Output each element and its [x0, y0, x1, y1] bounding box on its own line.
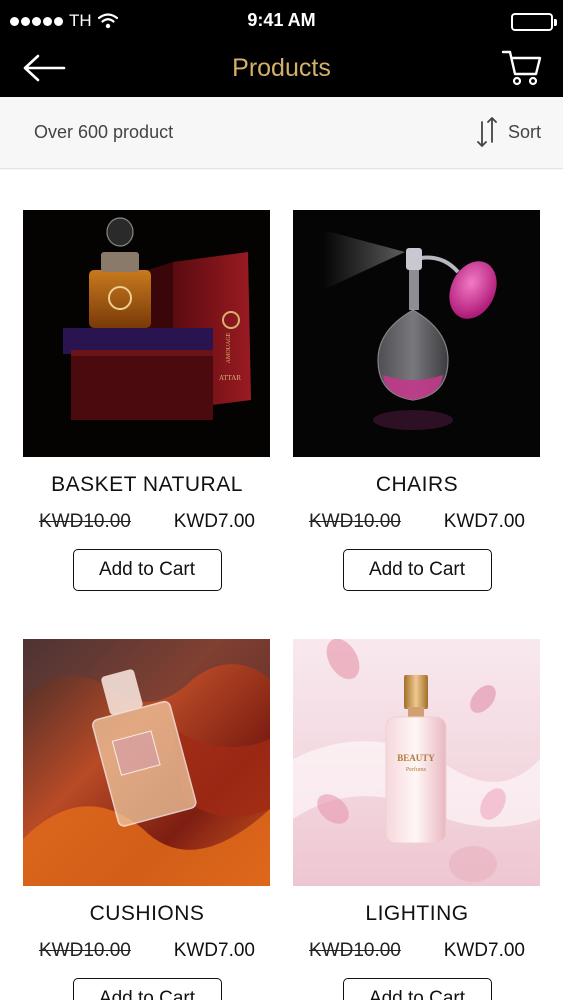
sort-label: Sort: [507, 121, 541, 142]
bottle-sub-text: Perfume: [406, 766, 427, 773]
perfume-box-illustration: AMOUAGE ATTAR: [63, 217, 251, 420]
product-card[interactable]: CUSHIONS KWD10.00 KWD7.00 Add to Cart: [23, 639, 271, 1000]
atomizer-illustration: [323, 230, 497, 430]
sale-price: KWD7.00: [173, 940, 255, 961]
product-card[interactable]: AMOUAGE ATTAR BASKET NATURAL KWD10.00 KW…: [23, 210, 271, 591]
price-row: KWD10.00 KWD7.00: [23, 940, 271, 962]
add-to-cart-button[interactable]: Add to Cart: [72, 978, 222, 1000]
sale-price: KWD7.00: [443, 940, 525, 961]
add-to-cart-button[interactable]: Add to Cart: [342, 549, 492, 591]
sort-button[interactable]: Sort: [476, 115, 541, 149]
box-brand-text: AMOUAGE: [226, 332, 232, 363]
product-card[interactable]: BEAUTY Perfume LIGHTING KWD10.00 KWD7.00…: [293, 639, 541, 1000]
sale-price: KWD7.00: [173, 511, 255, 532]
cart-icon: [501, 50, 542, 86]
product-image[interactable]: AMOUAGE ATTAR: [23, 210, 270, 457]
old-price: KWD10.00: [39, 511, 131, 532]
page-title: Products: [232, 54, 331, 82]
beauty-bottle-illustration: BEAUTY Perfume: [293, 639, 540, 882]
product-image[interactable]: BEAUTY Perfume: [293, 639, 540, 886]
add-to-cart-button[interactable]: Add to Cart: [342, 978, 492, 1000]
old-price: KWD10.00: [39, 940, 131, 961]
sale-price: KWD7.00: [443, 511, 525, 532]
price-row: KWD10.00 KWD7.00: [23, 511, 271, 533]
sort-arrows-icon: [477, 117, 497, 147]
product-image[interactable]: [293, 210, 540, 457]
add-to-cart-button[interactable]: Add to Cart: [72, 549, 222, 591]
product-name: CHAIRS: [375, 473, 459, 496]
box-sub-text: ATTAR: [219, 374, 241, 382]
product-count: Over 600 product: [34, 122, 174, 142]
battery-icon: [511, 13, 557, 31]
silk-perfume-illustration: [23, 639, 270, 886]
old-price: KWD10.00: [309, 511, 401, 532]
product-grid: AMOUAGE ATTAR BASKET NATURAL KWD10.00 KW…: [0, 170, 563, 1000]
price-row: KWD10.00 KWD7.00: [293, 940, 541, 962]
product-name: CUSHIONS: [89, 902, 205, 925]
status-bar: TH 9:41 AM: [0, 0, 563, 42]
bottle-brand-text: BEAUTY: [397, 753, 435, 763]
list-toolbar: Over 600 product Sort: [0, 97, 563, 169]
cart-button[interactable]: [501, 46, 543, 88]
product-name: LIGHTING: [365, 902, 469, 925]
product-name: BASKET NATURAL: [51, 473, 243, 496]
product-card[interactable]: CHAIRS KWD10.00 KWD7.00 Add to Cart: [293, 210, 541, 591]
product-image[interactable]: [23, 639, 270, 886]
price-row: KWD10.00 KWD7.00: [293, 511, 541, 533]
clock: 9:41 AM: [247, 10, 316, 30]
nav-bar: Products: [0, 42, 563, 97]
old-price: KWD10.00: [309, 940, 401, 961]
